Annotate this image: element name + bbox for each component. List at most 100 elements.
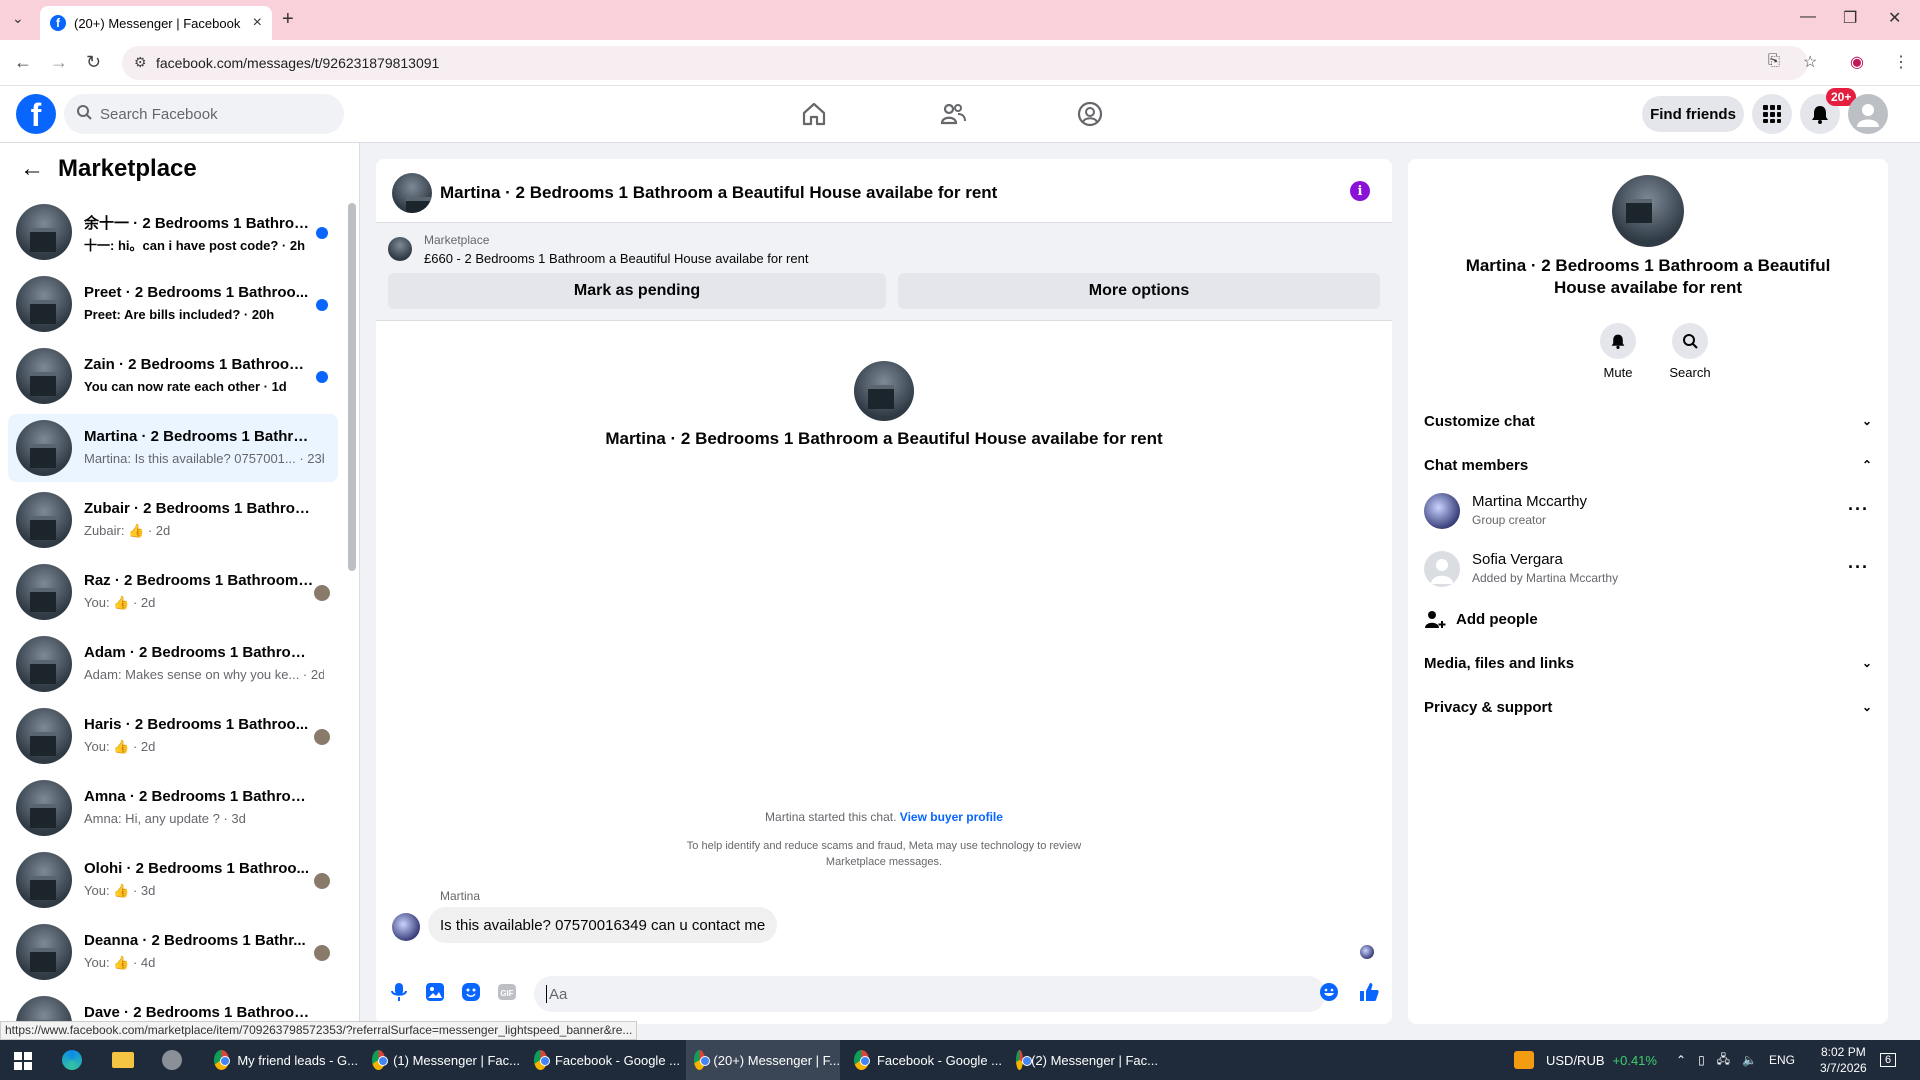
more-options-icon[interactable]: ··· xyxy=(1848,557,1869,578)
scrollbar[interactable] xyxy=(348,203,356,571)
privacy-support-label: Privacy & support xyxy=(1424,698,1553,716)
listing-title: £660 - 2 Bedrooms 1 Bathroom a Beautiful… xyxy=(424,251,809,266)
profile-icon[interactable]: ◉ xyxy=(1850,52,1864,72)
clock[interactable]: 8:02 PM 3/7/2026 xyxy=(1820,1040,1867,1080)
search-input[interactable]: Search Facebook xyxy=(64,94,344,134)
back-arrow-icon[interactable]: ← xyxy=(20,155,44,183)
media-files-row[interactable]: Media, files and links ⌄ xyxy=(1424,651,1872,675)
chat-list-item[interactable]: Zubair · 2 Bedrooms 1 Bathroom... Zubair:… xyxy=(8,486,338,554)
microphone-icon[interactable] xyxy=(388,981,410,1003)
chat-name: Martina · 2 Bedrooms 1 Bathroo... xyxy=(84,428,314,445)
taskbar-chrome-window[interactable]: My friend leads - G... xyxy=(206,1040,358,1080)
customize-chat-row[interactable]: Customize chat ⌄ xyxy=(1424,409,1872,433)
message-input[interactable]: Aa xyxy=(534,976,1326,1012)
photo-icon[interactable] xyxy=(424,981,446,1003)
chrome-menu-icon[interactable]: ⋮ xyxy=(1893,52,1909,72)
chat-list-item[interactable]: Martina · 2 Bedrooms 1 Bathroo... Martina… xyxy=(8,414,338,482)
restore-icon[interactable]: ❐ xyxy=(1843,8,1857,28)
menu-grid-icon[interactable] xyxy=(1752,94,1792,134)
add-people-row[interactable]: Add people xyxy=(1424,607,1872,631)
app-icon[interactable] xyxy=(162,1050,182,1070)
member-avatar xyxy=(1424,493,1460,529)
url-field[interactable]: ⚙ facebook.com/messages/t/92623187981309… xyxy=(122,46,1808,80)
emoji-icon[interactable] xyxy=(1318,981,1340,1003)
sticker-icon[interactable] xyxy=(460,981,482,1003)
chat-avatar xyxy=(16,924,72,980)
edge-icon[interactable] xyxy=(62,1050,82,1070)
member-row[interactable]: Sofia Vergara Added by Martina Mccarthy … xyxy=(1424,547,1872,595)
window-close-icon[interactable]: ✕ xyxy=(1888,8,1901,28)
conversation-title[interactable]: Martina · 2 Bedrooms 1 Bathroom a Beauti… xyxy=(440,183,997,203)
network-icon[interactable]: 🖧 xyxy=(1717,1050,1730,1071)
taskbar-chrome-window[interactable]: Facebook - Google ... xyxy=(846,1040,1002,1080)
chat-preview: 十一: hi。can i have post code? · 2h xyxy=(84,238,306,253)
ticker-widget[interactable]: USD/RUB +0.41% xyxy=(1514,1040,1657,1080)
bookmark-star-icon[interactable]: ☆ xyxy=(1803,52,1817,72)
new-tab-icon[interactable]: + xyxy=(282,8,294,31)
chat-list-item[interactable]: Amna · 2 Bedrooms 1 Bathroom ... Amna: Hi… xyxy=(8,774,338,842)
back-icon[interactable]: ← xyxy=(14,52,32,73)
notification-center-icon[interactable]: 6 xyxy=(1880,1040,1897,1080)
account-avatar[interactable] xyxy=(1848,94,1888,134)
chat-name: Zubair · 2 Bedrooms 1 Bathroom... xyxy=(84,500,314,517)
marketplace-banner[interactable]: Marketplace £660 - 2 Bedrooms 1 Bathroom… xyxy=(376,223,1392,321)
tab-search-icon[interactable]: ⌄ xyxy=(12,10,24,27)
sender-avatar[interactable] xyxy=(392,913,420,941)
facebook-logo-icon[interactable]: f xyxy=(16,94,56,134)
chat-list-item[interactable]: Zain · 2 Bedrooms 1 Bathroom... You can n… xyxy=(8,342,338,410)
view-buyer-profile-link[interactable]: View buyer profile xyxy=(900,810,1003,824)
site-info-icon[interactable]: ⚙ xyxy=(134,54,147,71)
home-icon[interactable] xyxy=(800,100,828,128)
file-explorer-icon[interactable] xyxy=(112,1052,134,1068)
more-options-button[interactable]: More options xyxy=(898,273,1380,309)
mark-as-pending-button[interactable]: Mark as pending xyxy=(388,273,886,309)
member-row[interactable]: Martina Mccarthy Group creator ··· xyxy=(1424,489,1872,537)
gif-icon[interactable]: GIF xyxy=(496,981,518,1003)
forward-icon[interactable]: → xyxy=(50,52,68,73)
chat-list-item[interactable]: Raz · 2 Bedrooms 1 Bathroom ... You: 👍 · … xyxy=(8,558,338,626)
chat-list-item[interactable]: 余十一 · 2 Bedrooms 1 Bathroo... 十一: hi。can … xyxy=(8,198,338,266)
groups-icon[interactable] xyxy=(1076,100,1104,128)
chat-preview: You can now rate each other · 1d xyxy=(84,379,287,394)
details-avatar xyxy=(1612,175,1684,247)
taskbar-chrome-window[interactable]: (20+) Messenger | F... xyxy=(686,1040,840,1080)
thumbs-up-icon[interactable] xyxy=(1358,981,1380,1003)
chat-list-item[interactable]: Deanna · 2 Bedrooms 1 Bathr... You: 👍 · 4… xyxy=(8,918,338,986)
find-friends-button[interactable]: Find friends xyxy=(1642,96,1744,132)
chrome-icon xyxy=(372,1050,389,1070)
chat-avatar xyxy=(16,780,72,836)
mute-label: Mute xyxy=(1603,365,1633,380)
tray-chevron-icon[interactable]: ⌃ xyxy=(1676,1053,1686,1067)
mute-button[interactable]: Mute xyxy=(1588,323,1648,380)
member-name: Sofia Vergara xyxy=(1472,551,1563,568)
panel-title: ← Marketplace xyxy=(20,155,197,183)
windows-start-icon[interactable] xyxy=(14,1052,32,1070)
search-in-chat-button[interactable]: Search xyxy=(1660,323,1720,380)
browser-tab[interactable]: f (20+) Messenger | Facebook × xyxy=(40,6,272,40)
install-app-icon[interactable]: ⎘ xyxy=(1768,52,1780,69)
chat-name: Adam · 2 Bedrooms 1 Bathroom ... xyxy=(84,644,314,661)
privacy-support-row[interactable]: Privacy & support ⌄ xyxy=(1424,695,1872,719)
reload-icon[interactable]: ↻ xyxy=(86,52,101,73)
close-tab-icon[interactable]: × xyxy=(253,14,262,32)
language-indicator[interactable]: ENG xyxy=(1769,1053,1795,1067)
info-icon[interactable]: i xyxy=(1350,181,1370,201)
add-person-icon xyxy=(1425,611,1446,628)
friends-icon[interactable] xyxy=(939,100,967,128)
more-options-icon[interactable]: ··· xyxy=(1848,499,1869,520)
message-bubble[interactable]: Is this available? 07570016349 can u con… xyxy=(428,907,778,943)
marketplace-label: Marketplace xyxy=(424,233,490,247)
chat-list-panel: ← Marketplace 余十一 · 2 Bedrooms 1 Bathroo… xyxy=(0,143,360,1040)
taskbar-chrome-window[interactable]: Facebook - Google ... xyxy=(526,1040,680,1080)
volume-icon[interactable]: 🔈 xyxy=(1742,1053,1757,1067)
chat-list-item[interactable]: Preet · 2 Bedrooms 1 Bathroo... Preet: Ar… xyxy=(8,270,338,338)
tray-device-icon[interactable]: ▯ xyxy=(1698,1053,1705,1067)
taskbar-chrome-window[interactable]: (2) Messenger | Fac... xyxy=(1008,1040,1158,1080)
conversation-avatar[interactable] xyxy=(392,173,432,213)
chat-list-item[interactable]: Olohi · 2 Bedrooms 1 Bathroo... You: 👍 · … xyxy=(8,846,338,914)
taskbar-chrome-window[interactable]: (1) Messenger | Fac... xyxy=(364,1040,520,1080)
chat-members-row[interactable]: Chat members ⌃ xyxy=(1424,453,1872,477)
chat-list-item[interactable]: Haris · 2 Bedrooms 1 Bathroo... You: 👍 · … xyxy=(8,702,338,770)
minimize-icon[interactable]: — xyxy=(1800,8,1816,26)
chat-list-item[interactable]: Adam · 2 Bedrooms 1 Bathroom ... Adam: Ma… xyxy=(8,630,338,698)
